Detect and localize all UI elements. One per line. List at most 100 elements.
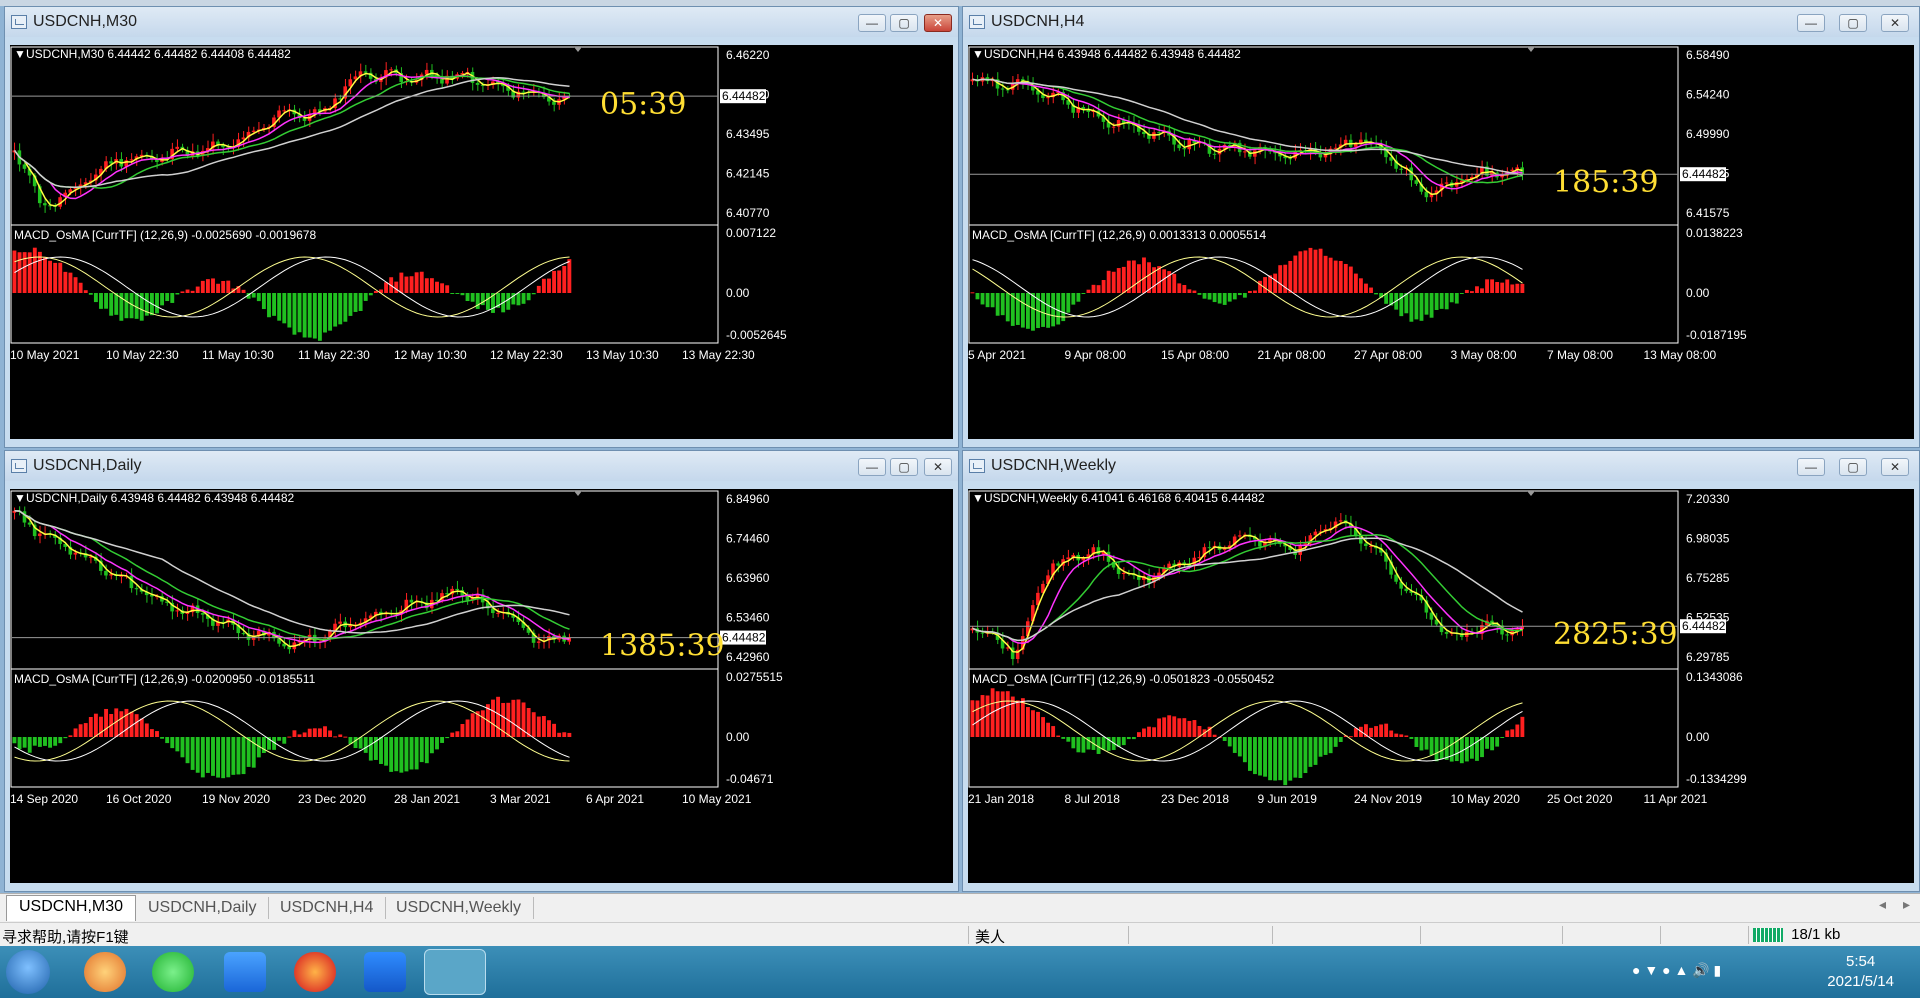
candle [12,507,17,520]
firefox-icon[interactable] [294,952,336,992]
window-titlebar[interactable]: USDCNH,Weekly — ▢ ✕ [963,451,1919,481]
chart-canvas[interactable]: 6.84960 6.74460 6.63960 6.53460 6.42960 0.027… [10,489,953,883]
macd-histogram-bar [424,278,429,293]
mt4-app-icon[interactable] [424,949,486,995]
minimize-button[interactable]: — [1797,458,1825,476]
candle-body [1303,543,1308,545]
feishu-icon[interactable] [224,952,266,992]
start-button[interactable] [6,950,50,994]
macd-histogram-bar [1031,710,1035,737]
tab-usdcnh-m30[interactable]: USDCNH,M30 [6,895,137,921]
chart-svg[interactable]: 6.462206.448706.434956.421456.407700.007… [10,45,955,441]
browser-swirl-icon[interactable] [84,952,126,992]
macd-histogram-bar [567,259,572,293]
window-titlebar[interactable]: USDCNH,H4 — ▢ ✕ [963,7,1919,37]
candle [1157,125,1161,140]
time-axis-label: 13 May 10:30 [586,348,659,362]
macd-histogram-bar [526,293,531,301]
clock-time: 5:54 [1846,953,1876,970]
lark-app-icon[interactable] [364,952,406,992]
macd-histogram-bar [1333,737,1338,747]
macd-histogram-bar [17,737,22,750]
tray-icons[interactable]: ● ▼ ● ▲ 🔊 ▮ [1632,962,1721,979]
candle-body [1404,588,1408,592]
tab-usdcnh-weekly[interactable]: USDCNH,Weekly [384,897,535,919]
current-price-label: 6.44482 [722,631,766,645]
macd-histogram-bar [1328,257,1333,293]
chart-svg[interactable]: 6.84960 6.74460 6.63960 6.53460 6.42960 0.027… [10,489,955,885]
chart-canvas[interactable]: 7.20330 6.98035 6.75285 6.52535 6.29785 0.134… [968,489,1914,883]
window-titlebar[interactable]: USDCNH,M30 — ▢ ✕ [5,7,958,37]
macd-histogram-bar [516,699,521,737]
chart-canvas[interactable]: 6.584906.542406.499906.458256.415750.013… [968,45,1914,439]
macd-histogram-bar [221,280,226,293]
candle [1212,145,1217,160]
candle-body [129,575,134,589]
tab-scroll-left-icon[interactable]: ◂ [1879,896,1886,913]
close-button[interactable]: ✕ [924,458,952,476]
chart-window-m30[interactable]: USDCNH,M30 — ▢ ✕ 6.462206.448706.434956.… [4,6,959,448]
chart-menu-arrow-icon: ▼ [14,47,26,61]
maximize-button[interactable]: ▢ [890,458,918,476]
macd-histogram-bar [282,737,287,744]
candle-body [22,164,27,169]
candle [1131,566,1136,580]
candle-body [1414,180,1419,184]
candle-body [338,621,342,624]
candle-body [1242,151,1247,153]
candle [501,78,505,93]
chart-svg[interactable]: 6.584906.542406.499906.458256.415750.013… [968,45,1916,441]
close-button[interactable]: ✕ [1881,14,1909,32]
macd-histogram-bar [1187,289,1192,293]
macd-histogram-bar [368,293,373,296]
candle [990,76,995,87]
close-button[interactable]: ✕ [1881,458,1909,476]
candle-body [445,593,449,595]
candle-body [241,137,246,140]
macd-histogram-bar [251,293,256,298]
macd-histogram-bar [328,730,333,737]
macd-histogram-bar [1056,293,1061,325]
macd-histogram-bar [1237,737,1242,757]
candle [399,67,403,89]
window-title: USDCNH,Daily [33,457,142,474]
macd-histogram-bar [1056,735,1061,737]
candle [1071,98,1075,119]
system-clock[interactable]: 5:54 2021/5/14 [1827,952,1894,992]
ma-mid-line [13,73,570,200]
chart-canvas[interactable]: 6.462206.448706.434956.421456.407700.007… [10,45,953,439]
maximize-button[interactable]: ▢ [1839,14,1867,32]
macd-histogram-bar [58,737,63,744]
tab-usdcnh-daily[interactable]: USDCNH,Daily [136,897,270,919]
macd-histogram-bar [1389,730,1394,737]
macd-histogram-bar [211,737,215,776]
chart-window-h4[interactable]: USDCNH,H4 — ▢ ✕ 6.58490 6.54240 6.49990 6.4… [962,6,1920,448]
macd-histogram-bar [384,282,389,293]
chart-window-weekly[interactable]: USDCNH,Weekly — ▢ ✕ 7.20330 6.98035 6.7528… [962,450,1920,892]
chart-window-daily[interactable]: USDCNH,Daily — ▢ ✕ 6.84960 6.74460 6.63960… [4,450,959,892]
bar-countdown-timer: 2825:39 [1553,617,1678,652]
macd-histogram-bar [1253,290,1257,293]
macd-tick-label: -0.04671 [726,772,774,786]
candle [1137,569,1141,587]
maximize-button[interactable]: ▢ [1839,458,1867,476]
tab-scroll-right-icon[interactable]: ▸ [1903,896,1910,913]
tab-usdcnh-h4[interactable]: USDCNH,H4 [268,897,387,919]
macd-histogram-bar [292,730,297,737]
close-button[interactable]: ✕ [924,14,952,32]
macd-histogram-bar [256,293,261,302]
minimize-button[interactable]: — [1797,14,1825,32]
candle-body [129,159,134,161]
macd-histogram-bar [455,731,460,737]
wechat-icon[interactable] [152,952,194,992]
candle-body [1212,153,1217,155]
minimize-button[interactable]: — [858,14,886,32]
status-traffic: 18/1 kb [1791,926,1841,943]
window-titlebar[interactable]: USDCNH,Daily — ▢ ✕ [5,451,958,481]
macd-histogram-bar [985,293,990,308]
time-axis-label: 8 Jul 2018 [1065,792,1121,806]
macd-histogram-bar [1157,718,1162,737]
maximize-button[interactable]: ▢ [890,14,918,32]
chart-svg[interactable]: 7.203306.980356.752856.525356.297850.134… [968,489,1916,885]
minimize-button[interactable]: — [858,458,886,476]
